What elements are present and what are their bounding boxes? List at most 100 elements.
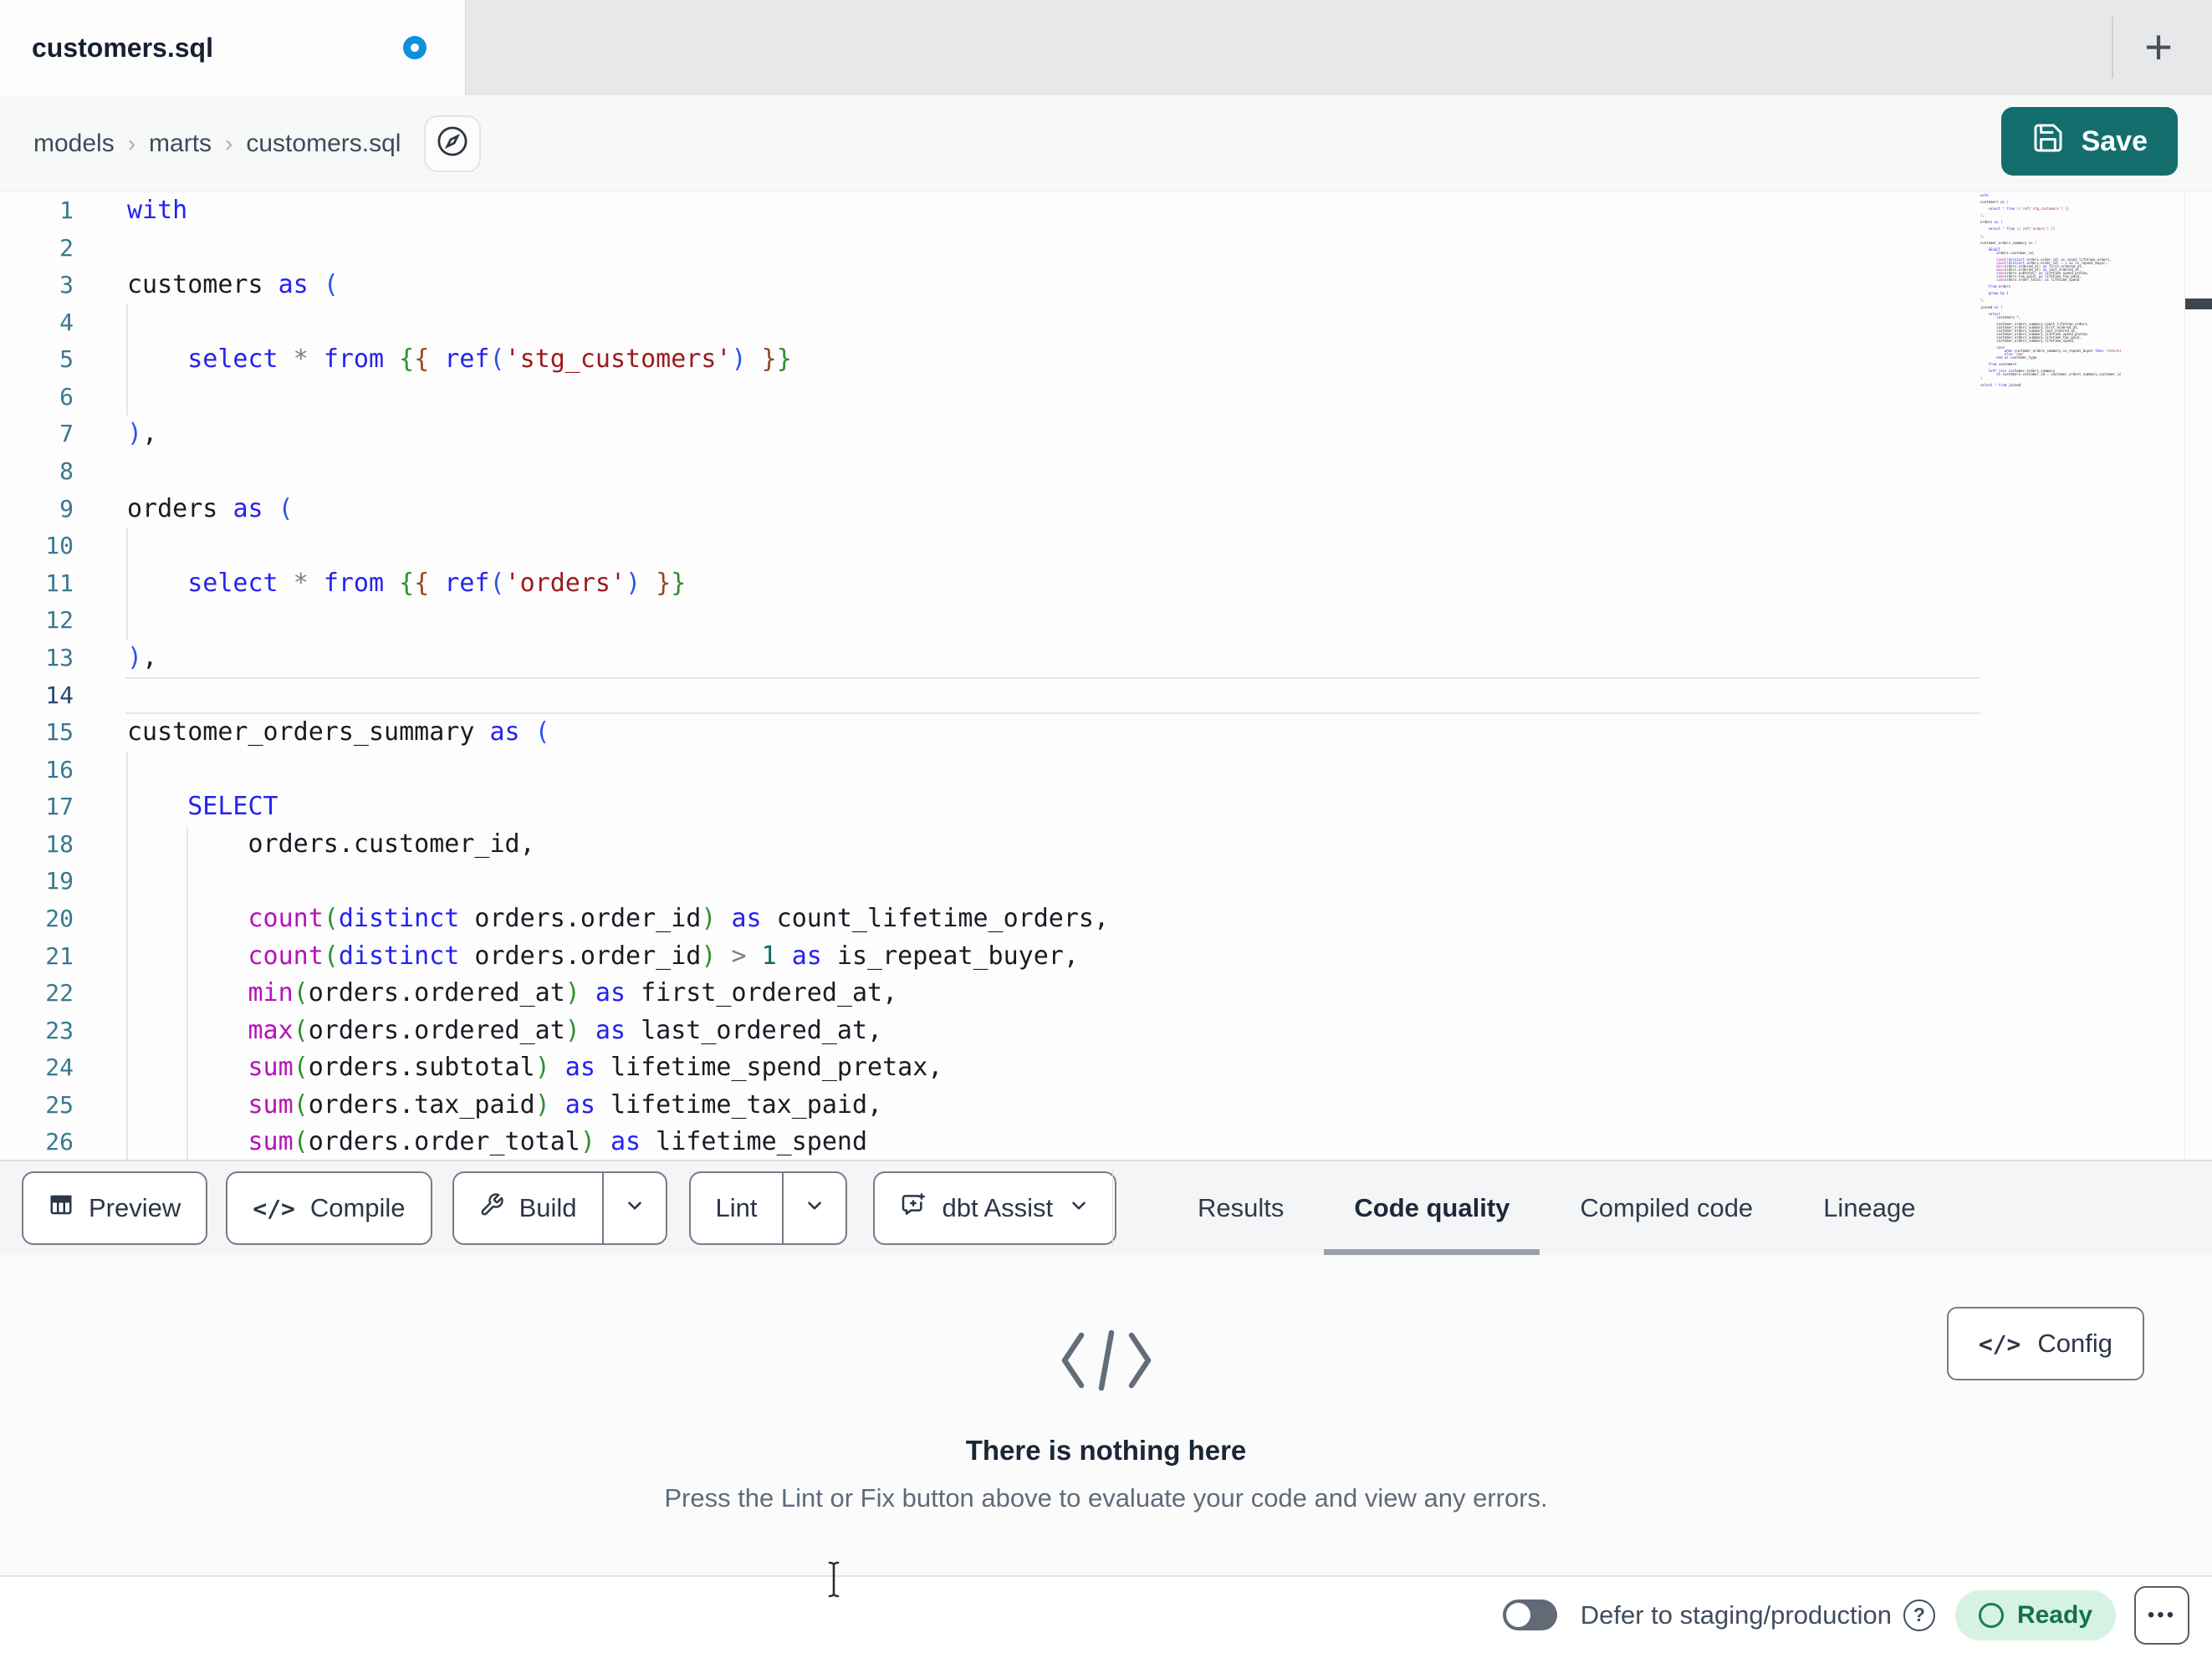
code-line-17[interactable]: 17 SELECT [0, 788, 1980, 826]
code-lines: 1 with 2 3 customers as ( 4 5 select * from {{… [0, 192, 2212, 1160]
indent-guide [186, 937, 189, 976]
code-line-16[interactable]: 16 [0, 751, 1980, 789]
status-circle-icon [1978, 1602, 2004, 1628]
line-number: 6 [59, 382, 74, 411]
config-button[interactable]: </> Config [1946, 1307, 2144, 1380]
code-line-9[interactable]: 9 orders as ( [0, 491, 1980, 528]
line-number: 24 [45, 1054, 74, 1082]
table-icon [49, 1192, 74, 1224]
line-number: 3 [59, 271, 74, 299]
explore-lineage-button[interactable] [424, 115, 482, 172]
lint-button[interactable]: Lint [691, 1173, 783, 1243]
editor-tab-bar: customers.sql + [0, 0, 2212, 95]
wrench-icon [479, 1192, 504, 1224]
indent-guide [186, 1124, 189, 1160]
breadcrumb-marts[interactable]: marts [149, 130, 212, 158]
code-line-23[interactable]: 23 max(orders.ordered_at) as last_ordere… [0, 1012, 1980, 1050]
indent-guide [126, 1124, 128, 1160]
line-number: 17 [45, 793, 74, 821]
code-quality-panel: There is nothing here Press the Lint or … [0, 1255, 2212, 1585]
indent-guide [186, 975, 189, 1013]
line-number: 4 [59, 308, 74, 336]
preview-button[interactable]: Preview [22, 1171, 208, 1245]
tab-title: customers.sql [32, 32, 213, 63]
indent-guide [126, 528, 128, 565]
text-cursor-icon [824, 1560, 844, 1603]
indent-guide [126, 1086, 128, 1125]
result-tabs: Results Code quality Compiled code Linea… [1162, 1161, 1951, 1255]
build-button[interactable]: Build [454, 1173, 602, 1243]
code-line-11[interactable]: 11 select * from {{ ref('orders') }} [0, 564, 1980, 603]
dbt-ide-window: customers.sql + models › marts › custome… [0, 0, 2212, 1653]
line-number: 11 [45, 569, 74, 597]
minimap[interactable]: with customers as ( select * from {{ ref(… [1980, 194, 2121, 445]
indent-guide [126, 900, 128, 938]
empty-state-title: There is nothing here [965, 1435, 1247, 1466]
line-number: 14 [45, 681, 74, 709]
build-split-button: Build [452, 1171, 667, 1245]
lint-dropdown-button[interactable] [784, 1173, 845, 1243]
code-editor[interactable]: 1 with 2 3 customers as ( 4 5 select * from {{… [0, 192, 2212, 1160]
line-number: 12 [45, 606, 74, 635]
plus-icon: + [2144, 20, 2173, 74]
ready-status-badge[interactable]: Ready [1954, 1589, 2116, 1640]
code-line-25[interactable]: 25 sum(orders.tax_paid) as lifetime_tax_… [0, 1086, 1980, 1125]
code-line-4[interactable]: 4 [0, 304, 1980, 342]
code-line-20[interactable]: 20 count(distinct orders.order_id) as co… [0, 900, 1980, 938]
dbt-assist-button[interactable]: dbt Assist [873, 1171, 1117, 1245]
code-line-1[interactable]: 1 with [0, 192, 1980, 230]
help-icon[interactable]: ? [1903, 1599, 1935, 1631]
code-line-15[interactable]: 15 customer_orders_summary as ( [0, 714, 1980, 752]
line-number: 2 [59, 233, 74, 262]
empty-state-subtitle: Press the Lint or Fix button above to ev… [664, 1483, 1548, 1513]
breadcrumb-models[interactable]: models [33, 130, 115, 158]
code-line-13[interactable]: 13), [0, 640, 1980, 677]
code-line-2[interactable]: 2 [0, 230, 1980, 268]
toolbar-divider [1112, 1170, 1113, 1247]
code-line-14[interactable]: 14 [0, 676, 1980, 715]
indent-guide [126, 975, 128, 1013]
tab-code-quality[interactable]: Code quality [1319, 1161, 1545, 1255]
build-dropdown-button[interactable] [604, 1173, 666, 1243]
code-line-10[interactable]: 10 [0, 528, 1980, 565]
code-line-19[interactable]: 19 [0, 863, 1980, 900]
chevron-down-icon [804, 1193, 825, 1223]
chevron-right-icon: › [225, 130, 233, 156]
scrollbar-thumb[interactable] [2185, 298, 2212, 309]
save-button[interactable]: Save [2000, 107, 2178, 176]
tab-results[interactable]: Results [1162, 1161, 1319, 1255]
unsaved-changes-dot-icon [403, 36, 427, 59]
tab-compiled-code[interactable]: Compiled code [1545, 1161, 1788, 1255]
tab-customers-sql[interactable]: customers.sql [0, 0, 466, 95]
lint-split-button: Lint [688, 1171, 848, 1245]
line-number: 5 [59, 345, 74, 374]
line-number: 26 [45, 1128, 74, 1156]
chat-sparkle-icon [900, 1191, 927, 1225]
code-line-21[interactable]: 21 count(distinct orders.order_id) > 1 a… [0, 937, 1980, 976]
editor-toolbar: Preview </> Compile Build Lint dbt Assis… [0, 1160, 2212, 1255]
code-line-6[interactable]: 6 [0, 378, 1980, 416]
indent-guide [186, 863, 189, 900]
new-tab-button[interactable]: + [2136, 20, 2181, 74]
overflow-menu-button[interactable]: ••• [2134, 1585, 2189, 1645]
indent-guide [126, 304, 128, 342]
code-line-18[interactable]: 18 orders.customer_id, [0, 825, 1980, 864]
breadcrumb-file[interactable]: customers.sql [246, 130, 401, 158]
code-brackets-icon [1056, 1329, 1157, 1395]
indent-guide [186, 1049, 189, 1087]
code-line-3[interactable]: 3 customers as ( [0, 267, 1980, 304]
indent-guide [126, 937, 128, 976]
code-line-5[interactable]: 5 select * from {{ ref('stg_customers') … [0, 341, 1980, 379]
code-line-24[interactable]: 24 sum(orders.subtotal) as lifetime_spen… [0, 1049, 1980, 1087]
chevron-down-icon [624, 1193, 646, 1223]
defer-toggle[interactable] [1502, 1599, 1557, 1630]
indent-guide [126, 825, 128, 864]
code-line-26[interactable]: 26 sum(orders.order_total) as lifetime_s… [0, 1124, 1980, 1160]
code-line-8[interactable]: 8 [0, 453, 1980, 491]
code-line-7[interactable]: 7), [0, 416, 1980, 453]
indent-guide [126, 564, 128, 603]
code-line-22[interactable]: 22 min(orders.ordered_at) as first_order… [0, 975, 1980, 1013]
compile-button[interactable]: </> Compile [226, 1171, 432, 1245]
code-line-12[interactable]: 12 [0, 602, 1980, 640]
tab-lineage[interactable]: Lineage [1788, 1161, 1950, 1255]
